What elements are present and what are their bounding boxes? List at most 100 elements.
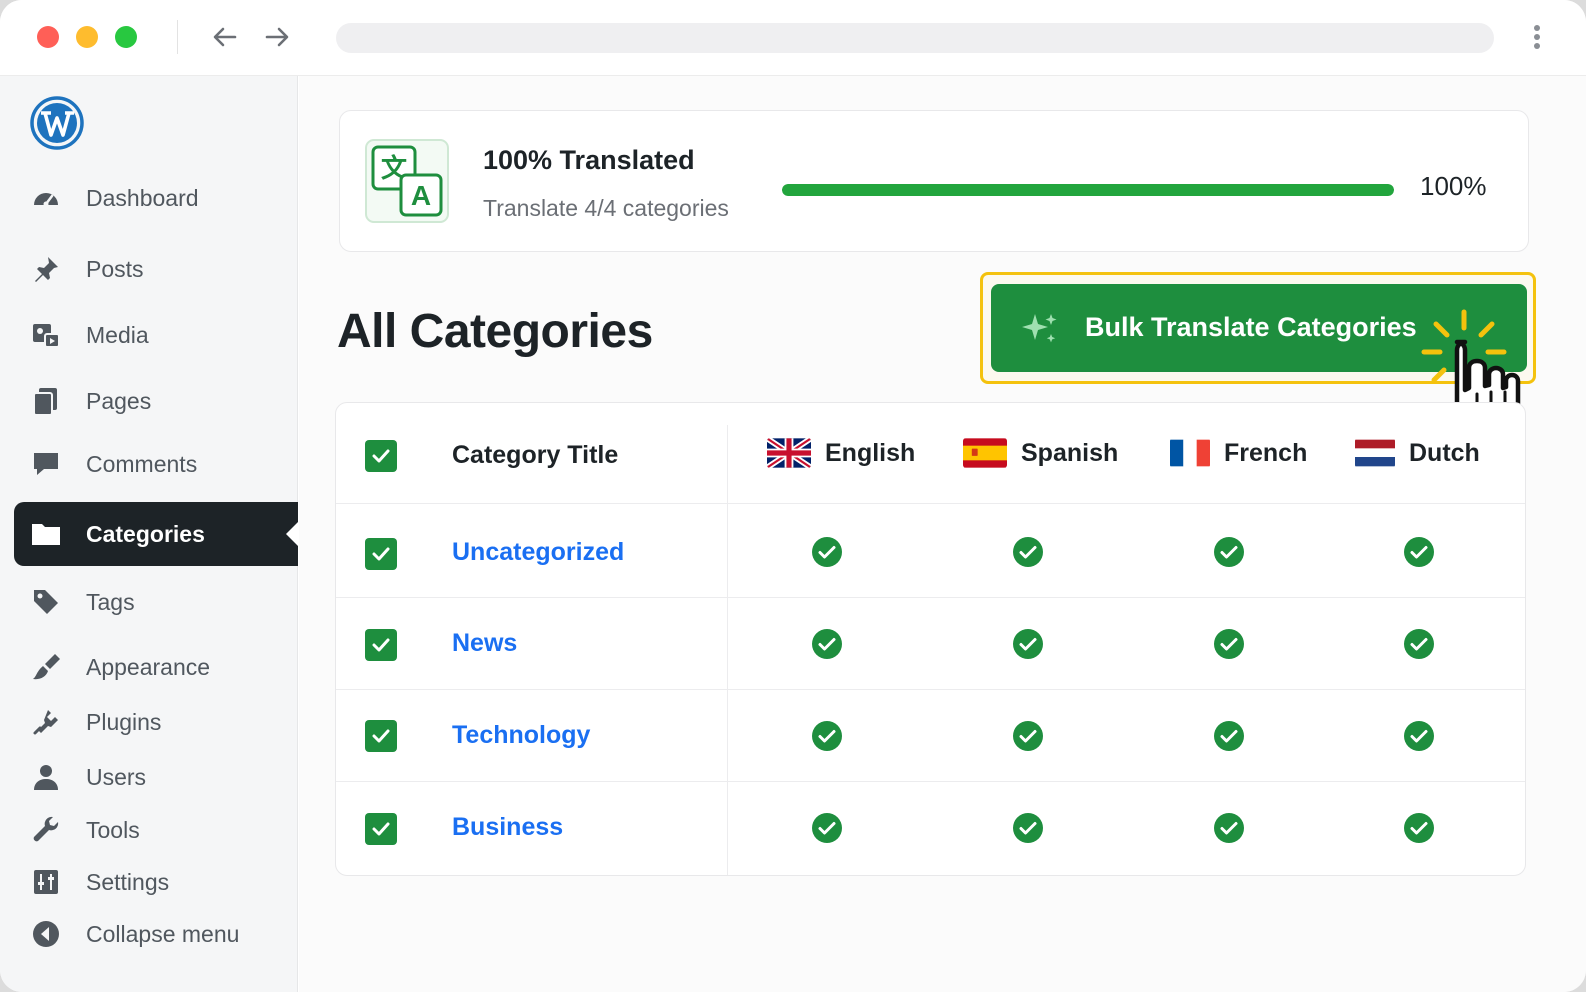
spain-flag-icon [963, 438, 1007, 468]
row-checkbox[interactable] [365, 629, 397, 661]
sidebar-item-label: Users [86, 763, 147, 790]
sidebar-item-tags[interactable]: Tags [14, 572, 298, 632]
sidebar-item-label: Settings [86, 868, 170, 895]
brush-icon [30, 651, 62, 683]
maximize-window-button[interactable] [115, 26, 137, 48]
table-row: Business [336, 782, 1525, 875]
table-header-row: Category Title English Spanish French Du… [336, 403, 1525, 504]
sidebar-item-label: Collapse menu [86, 920, 240, 947]
pin-icon [30, 253, 62, 285]
translated-check-icon [811, 536, 843, 568]
progress-bar-fill [782, 184, 1394, 196]
sidebar-item-comments[interactable]: Comments [14, 434, 298, 494]
active-indicator [286, 522, 298, 546]
sidebar-item-label: Media [86, 321, 149, 348]
sidebar-item-tools[interactable]: Tools [14, 800, 298, 860]
progress-title: 100% Translated [483, 145, 695, 175]
categories-table: Category Title English Spanish French Du… [335, 402, 1526, 876]
sliders-icon [30, 866, 62, 898]
translated-check-icon [1213, 628, 1245, 660]
table-row: News [336, 598, 1525, 690]
select-all-checkbox[interactable] [365, 440, 397, 472]
column-header-dutch: Dutch [1355, 438, 1480, 468]
more-options-icon[interactable] [1527, 22, 1547, 54]
wrench-icon [30, 814, 62, 846]
main-content: 文 A 100% Translated Translate 4/4 catego… [299, 76, 1586, 992]
translated-check-icon [1012, 720, 1044, 752]
browser-toolbar [0, 0, 1586, 76]
sidebar-item-media[interactable]: Media [14, 305, 298, 365]
translated-check-icon [1012, 812, 1044, 844]
wordpress-logo-icon[interactable] [30, 96, 84, 150]
bulk-button-label: Bulk Translate Categories [1085, 312, 1417, 342]
translated-check-icon [1012, 628, 1044, 660]
sidebar-item-settings[interactable]: Settings [14, 852, 298, 912]
translated-check-icon [1403, 720, 1435, 752]
table-row: Uncategorized [336, 504, 1525, 598]
sidebar-item-dashboard[interactable]: Dashboard [14, 168, 298, 228]
browser-window: Dashboard Posts Media Pages Comments Cat… [0, 0, 1586, 992]
sidebar-item-label: Posts [86, 255, 144, 282]
language-name: French [1224, 438, 1308, 467]
sidebar-item-label: Tags [86, 588, 135, 615]
row-checkbox[interactable] [365, 720, 397, 752]
svg-text:A: A [411, 180, 431, 211]
sidebar-item-label: Plugins [86, 708, 162, 735]
translated-check-icon [1012, 536, 1044, 568]
folder-icon [30, 518, 62, 550]
sidebar-item-categories[interactable]: Categories [14, 502, 298, 566]
progress-subtitle: Translate 4/4 categories [483, 195, 729, 221]
category-link[interactable]: Technology [452, 721, 590, 750]
sidebar-item-users[interactable]: Users [14, 747, 298, 807]
minimize-window-button[interactable] [76, 26, 98, 48]
collapse-icon [30, 918, 62, 950]
uk-flag-icon [767, 438, 811, 468]
category-link[interactable]: News [452, 629, 517, 658]
progress-bar [782, 184, 1394, 196]
table-row: Technology [336, 690, 1525, 782]
translated-check-icon [811, 812, 843, 844]
media-icon [30, 319, 62, 351]
column-header-english: English [767, 438, 915, 468]
column-header-spanish: Spanish [963, 438, 1118, 468]
sidebar-item-label: Appearance [86, 653, 211, 680]
back-arrow-icon[interactable] [210, 22, 240, 52]
column-header-title: Category Title [452, 441, 619, 469]
sidebar-item-pages[interactable]: Pages [14, 371, 298, 431]
admin-sidebar: Dashboard Posts Media Pages Comments Cat… [0, 76, 298, 992]
translated-check-icon [1213, 812, 1245, 844]
category-link[interactable]: Uncategorized [452, 538, 624, 567]
tag-icon [30, 586, 62, 618]
language-name: Spanish [1021, 438, 1119, 467]
translated-check-icon [1213, 720, 1245, 752]
translated-check-icon [811, 628, 843, 660]
translated-check-icon [811, 720, 843, 752]
category-link[interactable]: Business [452, 813, 563, 842]
sidebar-item-plugins[interactable]: Plugins [14, 692, 298, 752]
sidebar-item-label: Dashboard [86, 184, 199, 211]
translated-check-icon [1403, 536, 1435, 568]
user-icon [30, 761, 62, 793]
netherlands-flag-icon [1355, 438, 1395, 468]
address-bar[interactable] [336, 23, 1494, 53]
sidebar-item-appearance[interactable]: Appearance [14, 637, 298, 697]
sparkle-icon [1021, 310, 1059, 348]
sidebar-item-label: Tools [86, 816, 140, 843]
translated-check-icon [1403, 812, 1435, 844]
pages-icon [30, 385, 62, 417]
comment-icon [30, 448, 62, 480]
close-window-button[interactable] [37, 26, 59, 48]
language-name: Dutch [1409, 438, 1480, 467]
column-header-french: French [1170, 438, 1307, 468]
row-checkbox[interactable] [365, 538, 397, 570]
translation-progress-card: 文 A 100% Translated Translate 4/4 catego… [339, 110, 1529, 252]
sidebar-item-posts[interactable]: Posts [14, 239, 298, 299]
toolbar-divider [177, 20, 178, 54]
sidebar-item-label: Categories [86, 520, 205, 547]
language-name: English [825, 438, 916, 467]
row-checkbox[interactable] [365, 813, 397, 845]
forward-arrow-icon[interactable] [262, 22, 292, 52]
progress-percent: 100% [1420, 171, 1487, 201]
translate-icon: 文 A [365, 139, 449, 223]
collapse-menu-button[interactable]: Collapse menu [14, 904, 298, 964]
